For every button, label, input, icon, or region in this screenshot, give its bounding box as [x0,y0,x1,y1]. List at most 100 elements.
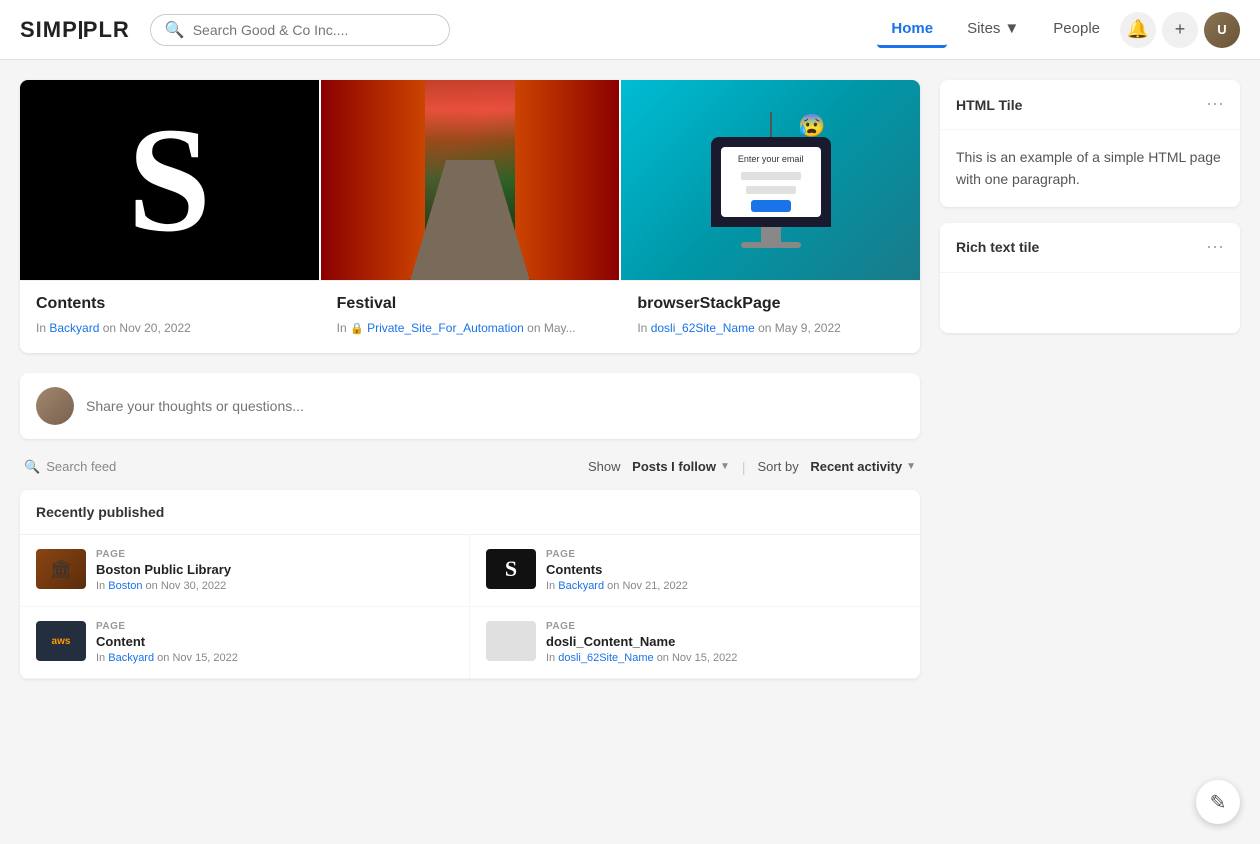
card-festival-image [321,80,620,280]
sidebar: HTML Tile ⋯ This is an example of a simp… [940,80,1240,679]
pub-meta-library: In Boston on Nov 30, 2022 [96,580,453,592]
recently-published: Recently published 🏛 PAGE Boston Public … [20,490,920,679]
browser-monitor: Enter your email 😰 [711,137,831,227]
logo-bar [79,21,82,39]
pub-info-aws: PAGE Content In Backyard on Nov 15, 2022 [96,621,453,664]
search-feed[interactable]: 🔍 Search feed [24,459,116,475]
html-tile-header: HTML Tile ⋯ [940,80,1240,130]
pub-title-contents: Contents [546,562,904,577]
pub-title-aws: Content [96,634,453,649]
share-box [20,373,920,439]
show-posts-dropdown-icon: ▼ [720,461,730,472]
logo-text2: PLR [83,17,130,43]
pub-site-aws[interactable]: Backyard [108,652,154,664]
phishing-emoji: 😰 [798,113,825,139]
pub-title-dosli: dosli_Content_Name [546,634,904,649]
pub-site-library[interactable]: Boston [108,580,142,592]
show-posts-value: Posts I follow [632,459,716,474]
pub-type-dosli: PAGE [546,621,904,632]
main-nav: Home Sites ▼ People 🔔 + U [877,12,1240,48]
notification-button[interactable]: 🔔 [1120,12,1156,48]
feed-column: S Contents In Backyard on Nov 20, 2022 [20,80,920,679]
pub-item-boston-library[interactable]: 🏛 PAGE Boston Public Library In Boston o… [20,535,470,607]
html-tile-title: HTML Tile [956,97,1022,113]
rich-text-tile-menu-button[interactable]: ⋯ [1206,237,1224,258]
card-contents-title: Contents [36,295,303,313]
search-feed-label: Search feed [46,459,116,474]
rich-text-tile-body [940,273,1240,333]
featured-cards: S Contents In Backyard on Nov 20, 2022 [20,80,920,353]
card-contents: S Contents In Backyard on Nov 20, 2022 [20,80,319,353]
pub-type-aws: PAGE [96,621,453,632]
sort-button[interactable]: Sort by Recent activity ▼ [758,455,916,478]
lock-icon: 🔒 [350,323,364,335]
card-festival-meta: In 🔒 Private_Site_For_Automation on May.… [337,321,604,335]
bell-icon: 🔔 [1127,19,1149,40]
show-posts-button[interactable]: Show Posts I follow ▼ [588,455,730,478]
feed-divider: | [742,459,746,475]
sort-value: Recent activity [810,459,902,474]
card-browser-title: browserStackPage [637,295,904,313]
card-browser-site-link[interactable]: dosli_62Site_Name [651,321,755,335]
pub-item-aws[interactable]: aws PAGE Content In Backyard on Nov 15, … [20,607,470,679]
recently-published-header: Recently published [20,490,920,535]
search-feed-icon: 🔍 [24,459,40,475]
hook-line [770,112,772,137]
pub-type-contents: PAGE [546,549,904,560]
card-contents-image: S [20,80,319,280]
pub-site-dosli[interactable]: dosli_62Site_Name [558,652,653,664]
pub-thumb-dosli [486,621,536,661]
logo-text: SIMP [20,17,78,43]
nav-sites[interactable]: Sites ▼ [953,12,1033,48]
search-input[interactable] [193,22,435,38]
card-browser-image: Enter your email 😰 [621,80,920,280]
html-tile-menu-button[interactable]: ⋯ [1206,94,1224,115]
search-icon: 🔍 [165,20,185,40]
sort-dropdown-icon: ▼ [906,461,916,472]
s-letter: S [128,105,211,255]
pub-title-library: Boston Public Library [96,562,453,577]
logo: SIMPPLR [20,17,130,43]
pub-thumb-library: 🏛 [36,549,86,589]
pub-info-library: PAGE Boston Public Library In Boston on … [96,549,453,592]
pub-thumb-aws: aws [36,621,86,661]
main-content: S Contents In Backyard on Nov 20, 2022 [0,60,1260,699]
pub-site-contents[interactable]: Backyard [558,580,604,592]
share-avatar [36,387,74,425]
search-bar[interactable]: 🔍 [150,14,450,46]
html-tile-body: This is an example of a simple HTML page… [940,130,1240,207]
pub-type-library: PAGE [96,549,453,560]
plus-icon: + [1175,19,1186,40]
nav-people[interactable]: People [1039,12,1114,48]
card-festival-info: Festival In 🔒 Private_Site_For_Automatio… [321,280,620,353]
nav-home[interactable]: Home [877,12,947,48]
feed-controls: 🔍 Search feed Show Posts I follow ▼ | So… [20,455,920,478]
fab-button[interactable]: ✎ [1196,780,1240,824]
add-button[interactable]: + [1162,12,1198,48]
pub-meta-dosli: In dosli_62Site_Name on Nov 15, 2022 [546,652,904,664]
card-browser-meta: In dosli_62Site_Name on May 9, 2022 [637,321,904,335]
card-contents-meta: In Backyard on Nov 20, 2022 [36,321,303,335]
header: SIMPPLR 🔍 Home Sites ▼ People 🔔 + U [0,0,1260,60]
pub-info-contents: PAGE Contents In Backyard on Nov 21, 202… [546,549,904,592]
chevron-down-icon: ▼ [1004,20,1019,37]
card-contents-site-link[interactable]: Backyard [49,321,99,335]
fab-icon: ✎ [1210,790,1227,815]
published-grid: 🏛 PAGE Boston Public Library In Boston o… [20,535,920,679]
user-avatar[interactable]: U [1204,12,1240,48]
card-festival: Festival In 🔒 Private_Site_For_Automatio… [321,80,620,353]
rich-text-tile-widget: Rich text tile ⋯ [940,223,1240,333]
pub-item-contents[interactable]: S PAGE Contents In Backyard on Nov 21, 2… [470,535,920,607]
pub-meta-aws: In Backyard on Nov 15, 2022 [96,652,453,664]
share-input[interactable] [86,398,904,414]
pub-thumb-contents: S [486,549,536,589]
html-tile-widget: HTML Tile ⋯ This is an example of a simp… [940,80,1240,207]
card-browser-info: browserStackPage In dosli_62Site_Name on… [621,280,920,353]
card-browser: Enter your email 😰 browserStackPage [621,80,920,353]
card-festival-site-link[interactable]: Private_Site_For_Automation [367,321,524,335]
card-festival-title: Festival [337,295,604,313]
pub-meta-contents: In Backyard on Nov 21, 2022 [546,580,904,592]
avatar-image: U [1204,12,1240,48]
aws-logo-text: aws [52,636,71,647]
pub-item-dosli[interactable]: PAGE dosli_Content_Name In dosli_62Site_… [470,607,920,679]
